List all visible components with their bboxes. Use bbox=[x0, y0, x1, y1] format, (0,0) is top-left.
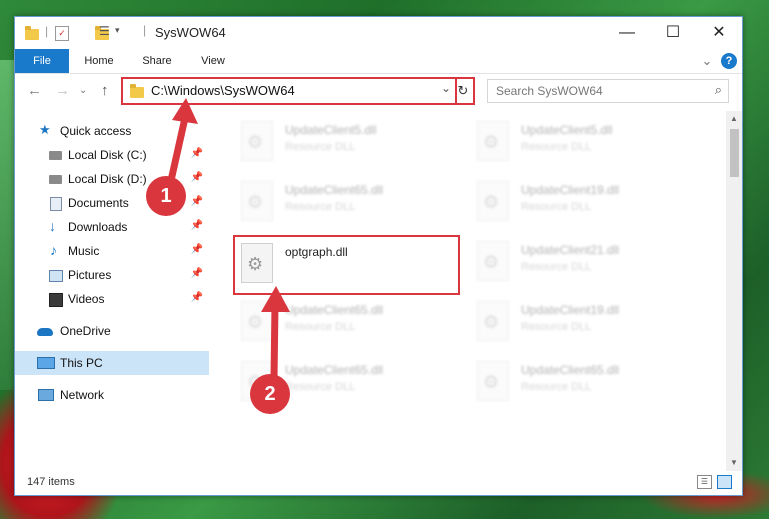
help-icon[interactable]: ? bbox=[721, 53, 737, 69]
sidebar-item-this-pc[interactable]: This PC bbox=[15, 351, 209, 375]
documents-icon bbox=[50, 197, 62, 211]
file-item[interactable]: UpdateClient5.dll Resource DLL bbox=[233, 117, 453, 163]
forward-button[interactable]: → bbox=[55, 82, 70, 99]
recent-locations-button[interactable]: ⌄ bbox=[79, 85, 87, 96]
sidebar-item-local-disk-c[interactable]: Local Disk (C:) 📌 bbox=[15, 143, 209, 167]
file-item[interactable]: UpdateClient19.dll Resource DLL bbox=[469, 297, 689, 343]
sidebar-item-downloads[interactable]: ↓ Downloads 📌 bbox=[15, 215, 209, 239]
tab-file[interactable]: File bbox=[15, 49, 69, 73]
item-count: 147 items bbox=[27, 476, 75, 488]
dll-file-icon bbox=[477, 121, 509, 161]
dll-file-icon bbox=[477, 181, 509, 221]
tab-home[interactable]: Home bbox=[77, 49, 121, 73]
address-dropdown-icon[interactable]: ⌄ bbox=[441, 81, 451, 95]
sidebar-item-network[interactable]: Network bbox=[15, 383, 209, 407]
dll-file-icon bbox=[477, 361, 509, 401]
address-path: C:\Windows\SysWOW64 bbox=[151, 83, 295, 98]
sidebar-item-quick-access[interactable]: ★ Quick access bbox=[15, 119, 209, 143]
sidebar-item-pictures[interactable]: Pictures 📌 bbox=[15, 263, 209, 287]
file-list: UpdateClient5.dll Resource DLL UpdateCli… bbox=[211, 111, 726, 471]
explorer-window: | ✓ ☰ ▾ | SysWOW64 — ☐ ✕ File Home Share… bbox=[14, 16, 743, 496]
status-bar: 147 items ☰ bbox=[15, 471, 742, 495]
scroll-up-icon[interactable]: ▲ bbox=[730, 114, 738, 123]
close-button[interactable]: ✕ bbox=[696, 17, 742, 49]
maximize-button[interactable]: ☐ bbox=[650, 17, 696, 49]
file-item[interactable]: UpdateClient65.dll Resource DLL bbox=[233, 177, 453, 223]
folder-icon bbox=[130, 84, 144, 98]
view-options-icon[interactable]: ☰ bbox=[99, 24, 110, 42]
address-bar[interactable]: C:\Windows\SysWOW64 ⌄ bbox=[121, 77, 457, 105]
separator: | bbox=[143, 23, 147, 37]
scroll-thumb[interactable] bbox=[730, 129, 739, 177]
videos-icon bbox=[49, 293, 63, 307]
drive-icon bbox=[49, 175, 62, 184]
file-item[interactable]: UpdateClient21.dll Resource DLL bbox=[469, 237, 689, 283]
dll-file-icon bbox=[477, 301, 509, 341]
callout-2: 2 bbox=[250, 374, 290, 414]
network-icon bbox=[38, 389, 54, 401]
properties-icon[interactable]: ✓ bbox=[55, 26, 69, 41]
pin-icon: 📌 bbox=[190, 196, 203, 207]
pin-icon: 📌 bbox=[190, 292, 203, 303]
file-item[interactable]: UpdateClient19.dll Resource DLL bbox=[469, 177, 689, 223]
download-icon: ↓ bbox=[49, 218, 56, 234]
dll-file-icon bbox=[477, 241, 509, 281]
pin-icon: 📌 bbox=[190, 148, 203, 159]
search-placeholder: Search SysWOW64 bbox=[496, 84, 603, 98]
expand-ribbon-icon[interactable]: ⌄ bbox=[698, 49, 716, 73]
pin-icon: 📌 bbox=[190, 220, 203, 231]
tab-share[interactable]: Share bbox=[135, 49, 179, 73]
minimize-button[interactable]: — bbox=[604, 17, 650, 49]
navigation-pane: ★ Quick access Local Disk (C:) 📌 Local D… bbox=[15, 111, 211, 471]
sidebar-item-videos[interactable]: Videos 📌 bbox=[15, 287, 209, 311]
pin-icon: 📌 bbox=[190, 244, 203, 255]
star-icon: ★ bbox=[39, 122, 51, 137]
cloud-icon bbox=[37, 328, 53, 336]
tab-view[interactable]: View bbox=[191, 49, 235, 73]
window-title: SysWOW64 bbox=[155, 25, 226, 40]
address-row: ← → ⌄ ↑ C:\Windows\SysWOW64 ⌄ ↻ Search S… bbox=[15, 74, 742, 108]
drive-icon bbox=[49, 151, 62, 160]
refresh-button[interactable]: ↻ bbox=[453, 77, 475, 105]
back-button[interactable]: ← bbox=[27, 82, 42, 99]
scroll-down-icon[interactable]: ▼ bbox=[730, 458, 738, 467]
separator: | bbox=[45, 24, 49, 38]
search-box[interactable]: Search SysWOW64 ⌕ bbox=[487, 79, 729, 103]
sidebar-item-music[interactable]: ♪ Music 📌 bbox=[15, 239, 209, 263]
dll-file-icon bbox=[241, 121, 273, 161]
title-bar: | ✓ ☰ ▾ | SysWOW64 — ☐ ✕ bbox=[15, 17, 742, 49]
callout-1: 1 bbox=[146, 176, 186, 216]
customize-quick-access-icon[interactable]: ▾ bbox=[115, 25, 120, 43]
sidebar-item-onedrive[interactable]: OneDrive bbox=[15, 319, 209, 343]
pin-icon: 📌 bbox=[190, 172, 203, 183]
highlight-box bbox=[233, 235, 460, 295]
file-item[interactable]: UpdateClient5.dll Resource DLL bbox=[469, 117, 689, 163]
computer-icon bbox=[37, 357, 55, 369]
folder-icon bbox=[25, 26, 39, 40]
music-icon: ♪ bbox=[50, 242, 57, 258]
vertical-scrollbar[interactable]: ▲ ▼ bbox=[726, 111, 742, 471]
file-item[interactable]: UpdateClient65.dll Resource DLL bbox=[469, 357, 689, 403]
search-icon: ⌕ bbox=[714, 82, 722, 97]
up-button[interactable]: ↑ bbox=[101, 82, 109, 99]
dll-file-icon bbox=[241, 181, 273, 221]
large-icons-view-icon[interactable] bbox=[717, 475, 732, 489]
details-view-icon[interactable]: ☰ bbox=[697, 475, 712, 489]
pictures-icon bbox=[49, 270, 63, 282]
ribbon-tabs: File Home Share View ⌄ ? bbox=[15, 49, 742, 74]
pin-icon: 📌 bbox=[190, 268, 203, 279]
dll-file-icon bbox=[241, 301, 273, 341]
file-item[interactable]: UpdateClient65.dll Resource DLL bbox=[233, 297, 453, 343]
